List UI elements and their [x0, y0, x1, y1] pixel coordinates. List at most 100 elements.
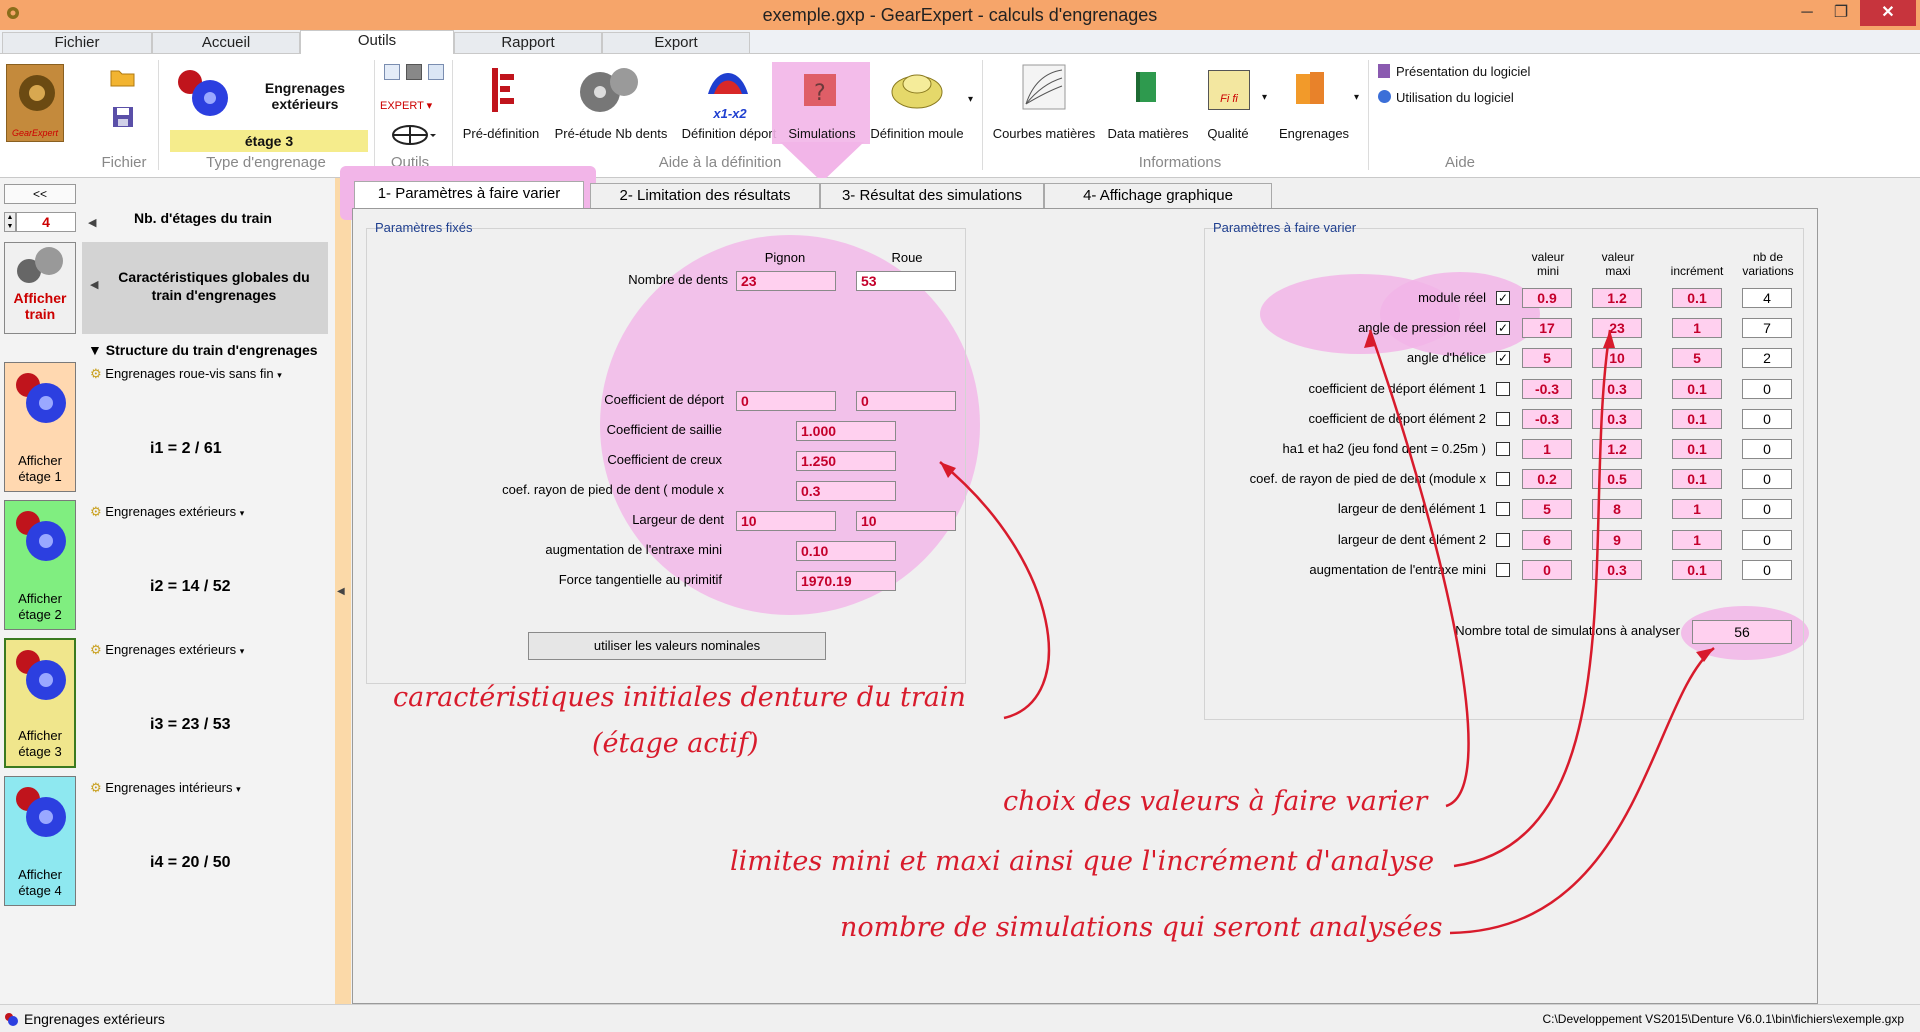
vary-increment-field[interactable]: 0.1	[1672, 469, 1722, 490]
tab-resultat[interactable]: 3- Résultat des simulations	[820, 183, 1044, 209]
rayon-pied-field[interactable]: 0.3	[796, 481, 896, 501]
vary-increment-field[interactable]: 0.1	[1672, 378, 1722, 399]
nominal-values-button[interactable]: utiliser les valeurs nominales	[528, 632, 826, 660]
tab-limitation[interactable]: 2- Limitation des résultats	[590, 183, 820, 209]
collapse-panel-button[interactable]: <<	[4, 184, 76, 204]
qualite-dropdown-icon[interactable]: ▾	[1262, 92, 1267, 103]
vary-min-field[interactable]: 0.9	[1522, 288, 1572, 308]
ribbon-tab-rapport[interactable]: Rapport	[454, 32, 602, 54]
expert-dropdown[interactable]: EXPERT ▾	[380, 99, 432, 112]
vary-row-checkbox[interactable]	[1496, 472, 1510, 487]
vary-max-field[interactable]: 0.3	[1592, 408, 1642, 429]
stage-2-type-dropdown[interactable]: ⚙ Engrenages extérieurs ▾	[90, 504, 244, 520]
utilisation-button[interactable]: Utilisation du logiciel	[1396, 90, 1514, 105]
external-gears-icon[interactable]	[174, 66, 230, 120]
structure-header[interactable]: ▼ Structure du train d'engrenages	[88, 342, 318, 358]
vary-max-field[interactable]: 9	[1592, 529, 1642, 550]
vary-min-field[interactable]: 0.2	[1522, 469, 1572, 490]
settings-icon[interactable]	[406, 64, 422, 80]
show-stage-3-button[interactable]: Afficher étage 3	[4, 638, 76, 768]
vary-increment-field[interactable]: 0.1	[1672, 408, 1722, 429]
vary-min-field[interactable]: 5	[1522, 499, 1572, 520]
show-stage-2-button[interactable]: Afficher étage 2	[4, 500, 76, 630]
show-train-button[interactable]: Afficher train	[4, 242, 76, 334]
open-folder-icon[interactable]	[110, 66, 136, 88]
moule-dropdown-icon[interactable]: ▾	[968, 94, 973, 105]
simulations-button[interactable]: Simulations	[774, 126, 870, 141]
vary-row-checkbox[interactable]	[1496, 562, 1510, 577]
presentation-button[interactable]: Présentation du logiciel	[1396, 64, 1530, 79]
stage-4-type-dropdown[interactable]: ⚙ Engrenages intérieurs ▾	[90, 780, 241, 796]
close-button[interactable]: ✕	[1860, 0, 1916, 26]
vary-row-checkbox[interactable]	[1496, 532, 1510, 547]
ribbon-tab-accueil[interactable]: Accueil	[152, 32, 300, 54]
network-icon[interactable]	[390, 122, 436, 148]
panel-splitter[interactable]: ◀	[335, 178, 351, 1004]
definition-moule-button[interactable]: Définition moule	[866, 126, 968, 141]
engrenages-button[interactable]: Engrenages	[1270, 126, 1358, 141]
vary-increment-field[interactable]: 1	[1672, 529, 1722, 550]
stage-3-type-dropdown[interactable]: ⚙ Engrenages extérieurs ▾	[90, 642, 244, 658]
vary-increment-field[interactable]: 5	[1672, 348, 1722, 369]
predefinition-button[interactable]: Pré-définition	[456, 126, 546, 141]
vary-max-field[interactable]: 10	[1592, 348, 1642, 369]
definition-deport-button[interactable]: Définition déport	[676, 126, 782, 141]
vary-increment-field[interactable]: 0.1	[1672, 288, 1722, 308]
vary-min-field[interactable]: -0.3	[1522, 378, 1572, 399]
calculator-icon[interactable]	[384, 64, 400, 80]
nb-dents-roue-field[interactable]: 53	[856, 271, 956, 291]
show-stage-1-button[interactable]: Afficher étage 1	[4, 362, 76, 492]
stages-spinner[interactable]: ▲ ▼	[4, 212, 16, 232]
stage-1-type-dropdown[interactable]: ⚙ Engrenages roue-vis sans fin ▾	[90, 366, 282, 382]
vary-increment-field[interactable]: 1	[1672, 499, 1722, 520]
vary-min-field[interactable]: -0.3	[1522, 408, 1572, 429]
saillie-field[interactable]: 1.000	[796, 421, 896, 441]
vary-increment-field[interactable]: 0.1	[1672, 559, 1722, 580]
vary-row-checkbox[interactable]	[1496, 442, 1510, 456]
qualite-button[interactable]: Qualité	[1196, 126, 1260, 141]
stages-count-field[interactable]: 4	[16, 212, 76, 232]
vary-row-checkbox[interactable]	[1496, 502, 1510, 517]
vary-max-field[interactable]: 23	[1592, 318, 1642, 339]
vary-max-field[interactable]: 1.2	[1592, 288, 1642, 308]
show-stage-4-button[interactable]: Afficher étage 4	[4, 776, 76, 906]
gearexpert-logo-button[interactable]: GearExpert	[6, 64, 64, 142]
nb-dents-pignon-field[interactable]: 23	[736, 271, 836, 291]
vary-min-field[interactable]: 1	[1522, 439, 1572, 459]
save-icon[interactable]	[112, 106, 134, 128]
engrenages-dropdown-icon[interactable]: ▾	[1354, 92, 1359, 103]
vary-max-field[interactable]: 0.3	[1592, 559, 1642, 580]
tab-affichage[interactable]: 4- Affichage graphique	[1044, 183, 1272, 209]
vary-increment-field[interactable]: 1	[1672, 318, 1722, 339]
entraxe-field[interactable]: 0.10	[796, 541, 896, 561]
data-matieres-button[interactable]: Data matières	[1104, 126, 1192, 141]
vary-max-field[interactable]: 8	[1592, 499, 1642, 520]
vary-increment-field[interactable]: 0.1	[1672, 439, 1722, 459]
vary-max-field[interactable]: 0.3	[1592, 378, 1642, 399]
force-field[interactable]: 1970.19	[796, 571, 896, 591]
global-characteristics-button[interactable]: ◀ Caractéristiques globales du train d'e…	[82, 242, 328, 334]
vary-row-checkbox[interactable]: ✓	[1496, 321, 1510, 336]
vary-min-field[interactable]: 0	[1522, 559, 1572, 580]
vary-min-field[interactable]: 6	[1522, 529, 1572, 550]
maximize-button[interactable]: ❐	[1818, 0, 1864, 26]
deport-roue-field[interactable]: 0	[856, 391, 956, 411]
vary-max-field[interactable]: 1.2	[1592, 439, 1642, 459]
tab-parametres[interactable]: 1- Paramètres à faire varier	[354, 181, 584, 209]
vary-min-field[interactable]: 5	[1522, 348, 1572, 369]
deport-pignon-field[interactable]: 0	[736, 391, 836, 411]
creux-field[interactable]: 1.250	[796, 451, 896, 471]
courbes-matieres-button[interactable]: Courbes matières	[990, 126, 1098, 141]
vary-min-field[interactable]: 17	[1522, 318, 1572, 339]
vary-max-field[interactable]: 0.5	[1592, 469, 1642, 490]
preetude-button[interactable]: Pré-étude Nb dents	[550, 126, 672, 141]
ribbon-tab-outils[interactable]: Outils	[300, 30, 454, 55]
ribbon-tab-fichier[interactable]: Fichier	[2, 32, 152, 54]
vary-row-checkbox[interactable]: ✓	[1496, 351, 1510, 366]
ribbon-tab-export[interactable]: Export	[602, 32, 750, 54]
largeur-roue-field[interactable]: 10	[856, 511, 956, 531]
largeur-pignon-field[interactable]: 10	[736, 511, 836, 531]
vary-row-checkbox[interactable]	[1496, 381, 1510, 396]
table-icon[interactable]	[428, 64, 444, 80]
vary-row-checkbox[interactable]: ✓	[1496, 291, 1510, 305]
